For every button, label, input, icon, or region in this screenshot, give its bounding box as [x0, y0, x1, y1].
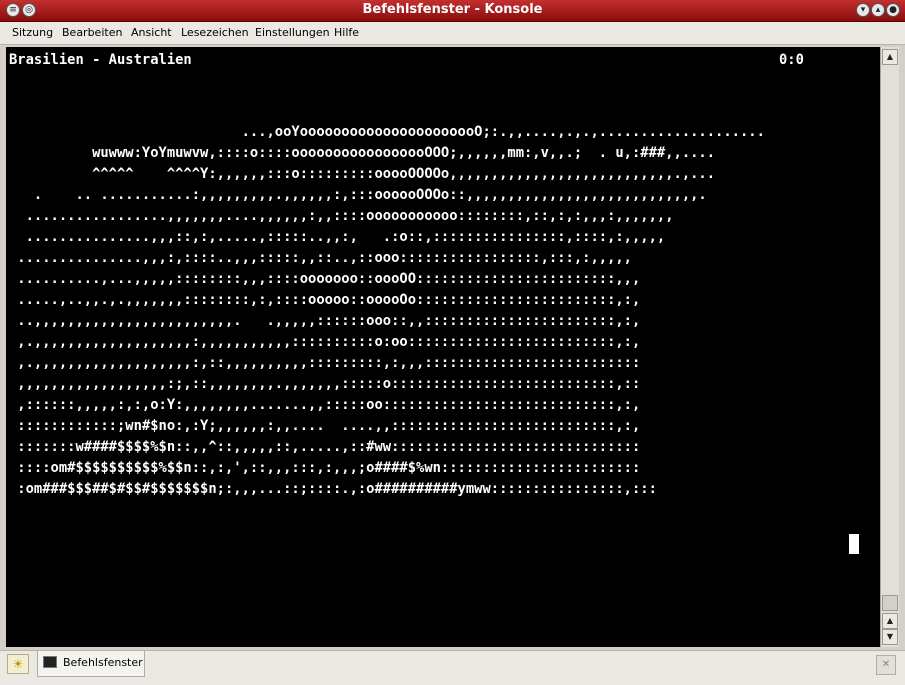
terminal-line: .....,..,,.,.,,,,,,,::::::::,:,::::ooooo… — [9, 292, 641, 308]
menu-sitzung[interactable]: Sitzung — [12, 26, 53, 39]
session-tab-label: Befehlsfenster — [63, 656, 143, 669]
terminal-line: ...............,,,::,:,.....,:::::..,,:,… — [9, 229, 666, 245]
terminal-line: ^^^^^ ^^^^Y:,,,,,,:::o:::::::::ooooOOOOo… — [9, 166, 716, 182]
match-score: 0:0 — [779, 52, 804, 68]
window-title: Befehlsfenster - Konsole — [362, 2, 543, 17]
terminal-line: :om###$$$##$#$$#$$$$$$$n;:,,,...::;::::.… — [9, 481, 657, 497]
terminal-line: ...............,,,:,::::..,,,:::::,,::..… — [9, 250, 632, 266]
terminal-line: :::::::w####$$$$%$n::,,^::,,,,,::,.....,… — [9, 439, 641, 455]
terminal-line: .................,,,,,,,....,,,,,,:,,:::… — [9, 208, 674, 224]
scroll-down-icon[interactable]: ▼ — [882, 629, 898, 645]
minimize-icon[interactable]: ▾ — [856, 3, 870, 17]
session-bar: ☀ Befehlsfenster ✕ — [0, 650, 905, 685]
scroll-grip[interactable] — [882, 595, 898, 611]
new-session-icon[interactable]: ☀ — [7, 654, 29, 674]
terminal-line: ...,ooYoooooooooooooooooooooO;:.,,....,.… — [9, 124, 765, 140]
title-bar: ≡ ◎ Befehlsfenster - Konsole ▾ ▴ ● — [0, 0, 905, 22]
close-icon[interactable]: ● — [886, 3, 900, 17]
vertical-scrollbar[interactable]: ▲ ▲ ▼ — [880, 47, 899, 647]
terminal-line: . .. ...........:,,,,,,,,,.,,,,,,:,:::oo… — [9, 187, 707, 203]
terminal-line: ::::::::::::;wn#$no:,:Y;,,,,,,:,,.... ..… — [9, 418, 641, 434]
match-title: Brasilien - Australien — [9, 52, 192, 68]
scroll-up-icon[interactable]: ▲ — [882, 49, 898, 65]
menu-einstellungen[interactable]: Einstellungen — [255, 26, 330, 39]
menu-bar: Sitzung Bearbeiten Ansicht Lesezeichen E… — [0, 22, 905, 45]
menu-ansicht[interactable]: Ansicht — [131, 26, 172, 39]
close-session-icon[interactable]: ✕ — [876, 655, 896, 675]
menu-bearbeiten[interactable]: Bearbeiten — [62, 26, 122, 39]
terminal-view[interactable]: Brasilien - Australien 0:0 ...,ooYoooooo… — [6, 47, 880, 647]
menu-lesezeichen[interactable]: Lesezeichen — [181, 26, 249, 39]
session-tab[interactable]: Befehlsfenster — [37, 651, 145, 677]
terminal-line: ..........,...,,,,,::::::::,,,::::oooooo… — [9, 271, 641, 287]
terminal-line: ,.,,,,,,,,,,,,,,,,,,,:,::,,,,,,,,,,:::::… — [9, 355, 641, 371]
terminal-line: ,,,,,,,,,,,,,,,,,,:;,::,,,,,,,,.,,,,,,,:… — [9, 376, 641, 392]
terminal-line: wuwww:YoYmuwvw,::::o::::oooooooooooooooo… — [9, 145, 716, 161]
maximize-icon[interactable]: ▴ — [871, 3, 885, 17]
terminal-line: ::::om#$$$$$$$$$$%$$n::,:,',::,,,:::,:,,… — [9, 460, 641, 476]
terminal-line: ..,,,,,,,,,,,,,,,,,,,,,,,,. .,,,,,::::::… — [9, 313, 641, 329]
scroll-up-icon-bottom[interactable]: ▲ — [882, 613, 898, 629]
text-cursor — [849, 534, 859, 554]
terminal-line: ,::::::,,,,,:,:,o:Y:,,,,,,,,.......,,:::… — [9, 397, 641, 413]
menu-hilfe[interactable]: Hilfe — [334, 26, 359, 39]
terminal-icon — [43, 656, 57, 668]
terminal-line: ,.,,,,,,,,,,,,,,,,,,,:,,,,,,,,,,,:::::::… — [9, 334, 641, 350]
